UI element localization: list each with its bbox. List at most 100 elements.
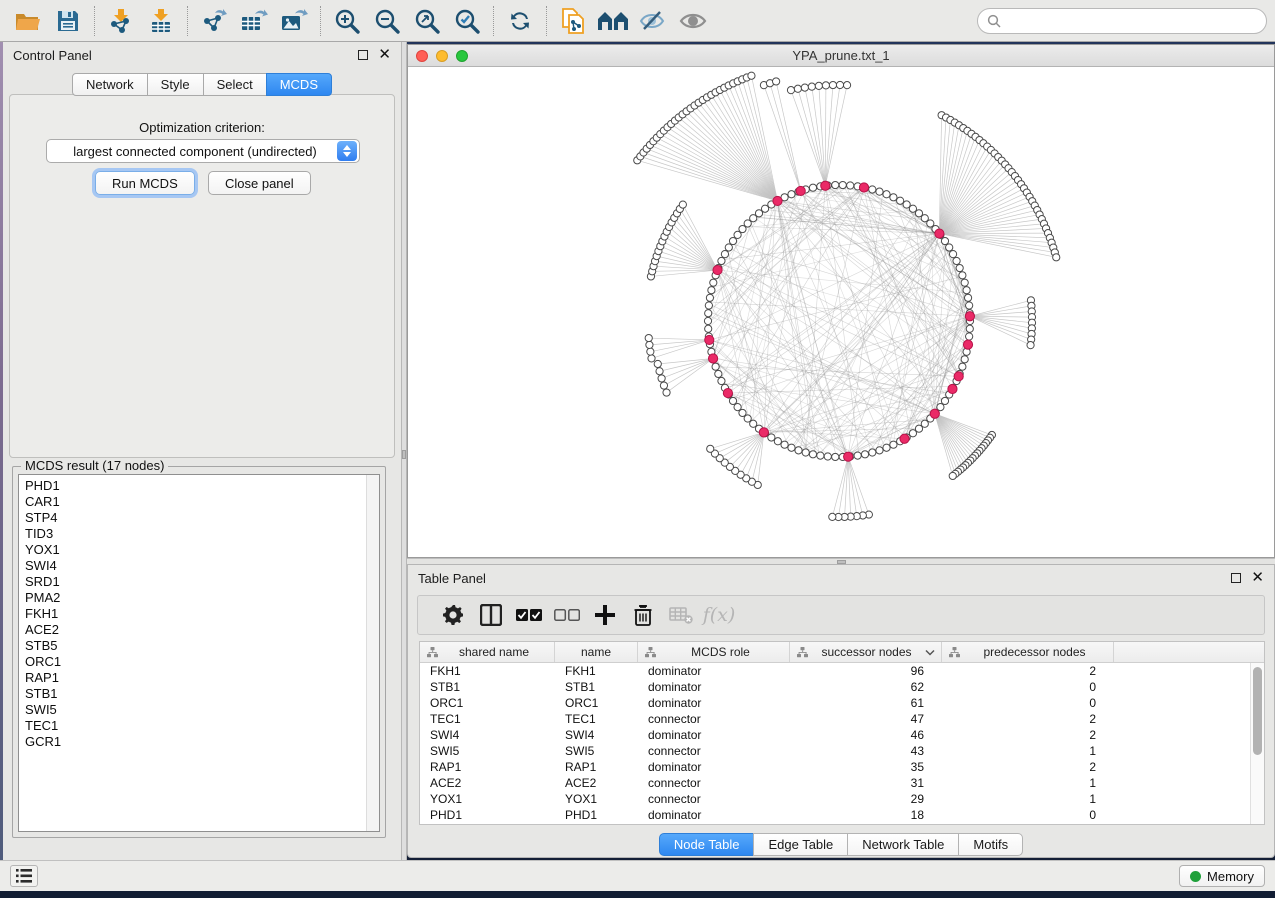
mcds-result-item[interactable]: STB1	[25, 686, 379, 702]
table-cell[interactable]: FKH1	[555, 664, 638, 678]
table-cell[interactable]: RAP1	[555, 760, 638, 774]
mcds-result-item[interactable]: SRD1	[25, 574, 379, 590]
show-graphics-details-icon[interactable]	[673, 4, 713, 38]
task-history-button[interactable]	[10, 865, 38, 887]
tab-edge-table[interactable]: Edge Table	[753, 833, 848, 856]
table-cell[interactable]: dominator	[638, 760, 790, 774]
column-header-name[interactable]: name	[555, 642, 638, 662]
export-image-icon[interactable]	[274, 4, 314, 38]
table-row[interactable]: YOX1YOX1connector291	[420, 791, 1264, 807]
export-table-icon[interactable]	[234, 4, 274, 38]
refresh-icon[interactable]	[500, 4, 540, 38]
table-cell[interactable]: 18	[790, 808, 942, 822]
mcds-result-item[interactable]: RAP1	[25, 670, 379, 686]
table-row[interactable]: SWI4SWI4dominator462	[420, 727, 1264, 743]
table-row[interactable]: FKH1FKH1dominator962	[420, 663, 1264, 679]
table-cell[interactable]: connector	[638, 712, 790, 726]
mcds-list-scrollbar[interactable]	[366, 475, 379, 831]
table-cell[interactable]: SWI4	[555, 728, 638, 742]
table-cell[interactable]: 1	[942, 776, 1114, 790]
open-session-icon[interactable]	[8, 4, 48, 38]
export-network-icon[interactable]	[194, 4, 234, 38]
close-panel-button[interactable]: Close panel	[208, 171, 311, 195]
table-row[interactable]: ACE2ACE2connector311	[420, 775, 1264, 791]
table-cell[interactable]: FKH1	[420, 664, 555, 678]
tab-select[interactable]: Select	[203, 73, 267, 96]
column-header-shared-name[interactable]: shared name	[420, 642, 555, 662]
criterion-dropdown[interactable]: largest connected component (undirected)	[46, 139, 360, 163]
table-row[interactable]: PHD1PHD1dominator180	[420, 807, 1264, 823]
table-cell[interactable]: 0	[942, 680, 1114, 694]
mcds-result-item[interactable]: CAR1	[25, 494, 379, 510]
table-cell[interactable]: ORC1	[555, 696, 638, 710]
close-panel-icon[interactable]: ✕	[378, 50, 391, 60]
mcds-result-item[interactable]: STB5	[25, 638, 379, 654]
table-cell[interactable]: 96	[790, 664, 942, 678]
table-cell[interactable]: connector	[638, 792, 790, 806]
table-row[interactable]: ORC1ORC1dominator610	[420, 695, 1264, 711]
mcds-result-item[interactable]: YOX1	[25, 542, 379, 558]
select-all-icon[interactable]	[510, 599, 548, 631]
table-scrollbar[interactable]	[1250, 663, 1264, 824]
zoom-selected-icon[interactable]	[447, 4, 487, 38]
table-cell[interactable]: 35	[790, 760, 942, 774]
mcds-result-item[interactable]: PMA2	[25, 590, 379, 606]
table-row[interactable]: STB1STB1dominator620	[420, 679, 1264, 695]
mcds-result-item[interactable]: GCR1	[25, 734, 379, 750]
mcds-result-item[interactable]: STP4	[25, 510, 379, 526]
table-cell[interactable]: 47	[790, 712, 942, 726]
mcds-result-list[interactable]: PHD1CAR1STP4TID3YOX1SWI4SRD1PMA2FKH1ACE2…	[18, 474, 380, 832]
add-column-icon[interactable]	[586, 599, 624, 631]
mcds-result-item[interactable]: SWI5	[25, 702, 379, 718]
table-cell[interactable]: 61	[790, 696, 942, 710]
tab-network-table[interactable]: Network Table	[847, 833, 959, 856]
table-cell[interactable]: SWI5	[420, 744, 555, 758]
table-cell[interactable]: PHD1	[555, 808, 638, 822]
import-table-icon[interactable]	[141, 4, 181, 38]
column-header-predecessor-nodes[interactable]: predecessor nodes	[942, 642, 1114, 662]
zoom-in-icon[interactable]	[327, 4, 367, 38]
mcds-result-item[interactable]: TEC1	[25, 718, 379, 734]
table-cell[interactable]: 1	[942, 744, 1114, 758]
scrollbar-thumb[interactable]	[1253, 667, 1262, 755]
table-row[interactable]: TEC1TEC1connector472	[420, 711, 1264, 727]
table-cell[interactable]: YOX1	[420, 792, 555, 806]
table-cell[interactable]: 43	[790, 744, 942, 758]
run-mcds-button[interactable]: Run MCDS	[95, 171, 195, 195]
table-row[interactable]: SWI5SWI5connector431	[420, 743, 1264, 759]
table-cell[interactable]: connector	[638, 744, 790, 758]
tab-node-table[interactable]: Node Table	[659, 833, 755, 856]
close-panel-icon[interactable]: ✕	[1251, 573, 1264, 583]
table-cell[interactable]: ORC1	[420, 696, 555, 710]
column-header-MCDS-role[interactable]: MCDS role	[638, 642, 790, 662]
network-canvas[interactable]	[408, 67, 1274, 557]
float-panel-icon[interactable]	[1231, 573, 1241, 583]
table-cell[interactable]: TEC1	[555, 712, 638, 726]
table-cell[interactable]: dominator	[638, 696, 790, 710]
settings-icon[interactable]	[434, 599, 472, 631]
zoom-out-icon[interactable]	[367, 4, 407, 38]
tab-style[interactable]: Style	[147, 73, 204, 96]
import-network-icon[interactable]	[101, 4, 141, 38]
table-cell[interactable]: 29	[790, 792, 942, 806]
table-cell[interactable]: 2	[942, 760, 1114, 774]
table-cell[interactable]: 2	[942, 728, 1114, 742]
column-header-successor-nodes[interactable]: successor nodes	[790, 642, 942, 662]
mcds-result-item[interactable]: FKH1	[25, 606, 379, 622]
table-cell[interactable]: 2	[942, 712, 1114, 726]
tab-mcds[interactable]: MCDS	[266, 73, 332, 96]
mcds-result-item[interactable]: ORC1	[25, 654, 379, 670]
table-cell[interactable]: RAP1	[420, 760, 555, 774]
table-cell[interactable]: dominator	[638, 664, 790, 678]
table-cell[interactable]: 62	[790, 680, 942, 694]
table-cell[interactable]: 31	[790, 776, 942, 790]
table-cell[interactable]: 2	[942, 664, 1114, 678]
show-columns-icon[interactable]	[472, 599, 510, 631]
tab-network[interactable]: Network	[72, 73, 148, 96]
table-cell[interactable]: 1	[942, 792, 1114, 806]
memory-button[interactable]: Memory	[1179, 865, 1265, 887]
table-cell[interactable]: YOX1	[555, 792, 638, 806]
table-cell[interactable]: STB1	[420, 680, 555, 694]
table-cell[interactable]: dominator	[638, 808, 790, 822]
mcds-result-item[interactable]: TID3	[25, 526, 379, 542]
